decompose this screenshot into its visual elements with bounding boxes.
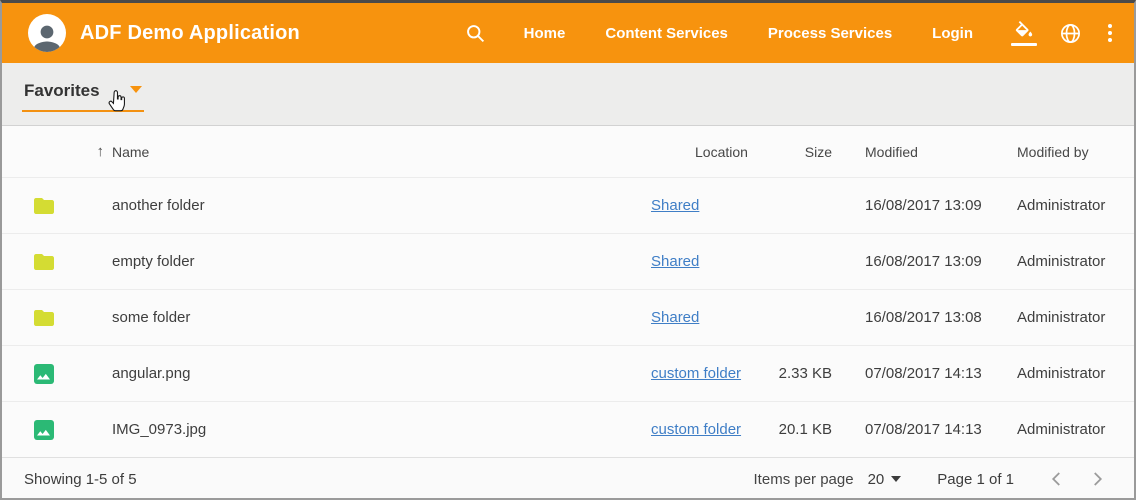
column-header-modified-by[interactable]: Modified by (1017, 144, 1134, 160)
page-indicator: Page 1 of 1 (937, 471, 1014, 488)
file-name: empty folder (112, 253, 651, 270)
next-page-button[interactable] (1082, 464, 1112, 494)
file-name: IMG_0973.jpg (112, 421, 651, 438)
showing-count: Showing 1-5 of 5 (24, 471, 137, 488)
table-row[interactable]: another folder Shared 16/08/2017 13:09 A… (2, 177, 1134, 233)
folder-icon (32, 306, 56, 330)
file-modified: 07/08/2017 14:13 (865, 365, 1017, 382)
file-size: 2.33 KB (771, 365, 832, 382)
app-title: ADF Demo Application (80, 22, 300, 45)
person-icon (30, 21, 64, 52)
app-header: ADF Demo Application Home Content Servic… (2, 3, 1134, 63)
search-icon[interactable] (465, 23, 486, 44)
theme-color-fill-icon[interactable] (1011, 21, 1037, 46)
more-options-icon[interactable] (1104, 22, 1116, 44)
location-link[interactable]: custom folder (651, 365, 741, 382)
previous-page-button[interactable] (1042, 464, 1072, 494)
file-modified: 16/08/2017 13:09 (865, 197, 1017, 214)
file-size: 20.1 KB (771, 421, 832, 438)
theme-underline (1011, 43, 1037, 46)
toolbar: Favorites (2, 63, 1134, 126)
file-modified-by: Administrator (1017, 197, 1134, 214)
table-header-row: ↑ Name Location Size Modified Modified b… (2, 126, 1134, 177)
column-header-modified[interactable]: Modified (865, 144, 1017, 160)
pagination-bar: Showing 1-5 of 5 Items per page 20 Page … (2, 457, 1134, 500)
image-file-icon (32, 362, 56, 386)
items-per-page-label: Items per page (754, 471, 854, 488)
nav-home[interactable]: Home (524, 25, 566, 42)
folder-icon (32, 194, 56, 218)
table-row[interactable]: IMG_0973.jpg custom folder 20.1 KB 07/08… (2, 401, 1134, 457)
chevron-down-icon (130, 86, 142, 93)
file-name: angular.png (112, 365, 651, 382)
location-link[interactable]: Shared (651, 253, 699, 270)
sort-ascending-icon[interactable]: ↑ (30, 143, 112, 160)
file-modified: 16/08/2017 13:08 (865, 309, 1017, 326)
items-per-page-value: 20 (868, 471, 885, 488)
items-per-page-select[interactable]: 20 (868, 471, 902, 488)
file-modified-by: Administrator (1017, 365, 1134, 382)
document-list: ↑ Name Location Size Modified Modified b… (2, 126, 1134, 500)
column-header-size[interactable]: Size (771, 144, 832, 160)
folder-icon (32, 250, 56, 274)
image-file-icon (32, 418, 56, 442)
favorites-label: Favorites (24, 81, 100, 101)
nav-login[interactable]: Login (932, 25, 973, 42)
file-modified-by: Administrator (1017, 421, 1134, 438)
favorites-dropdown[interactable]: Favorites (22, 81, 144, 112)
location-link[interactable]: custom folder (651, 421, 741, 438)
nav-content-services[interactable]: Content Services (605, 25, 728, 42)
user-avatar[interactable] (28, 14, 66, 52)
table-row[interactable]: some folder Shared 16/08/2017 13:08 Admi… (2, 289, 1134, 345)
nav-process-services[interactable]: Process Services (768, 25, 892, 42)
file-name: some folder (112, 309, 651, 326)
app-window: ADF Demo Application Home Content Servic… (0, 0, 1136, 500)
table-row[interactable]: empty folder Shared 16/08/2017 13:09 Adm… (2, 233, 1134, 289)
table-row[interactable]: angular.png custom folder 2.33 KB 07/08/… (2, 345, 1134, 401)
location-link[interactable]: Shared (651, 309, 699, 326)
file-modified-by: Administrator (1017, 253, 1134, 270)
file-modified: 16/08/2017 13:09 (865, 253, 1017, 270)
column-header-location[interactable]: Location (651, 144, 771, 160)
file-name: another folder (112, 197, 651, 214)
file-modified-by: Administrator (1017, 309, 1134, 326)
file-modified: 07/08/2017 14:13 (865, 421, 1017, 438)
main-nav: Home Content Services Process Services L… (524, 25, 973, 42)
location-link[interactable]: Shared (651, 197, 699, 214)
language-globe-icon[interactable] (1059, 22, 1082, 45)
chevron-down-icon (891, 476, 901, 482)
column-header-name[interactable]: Name (112, 144, 651, 160)
